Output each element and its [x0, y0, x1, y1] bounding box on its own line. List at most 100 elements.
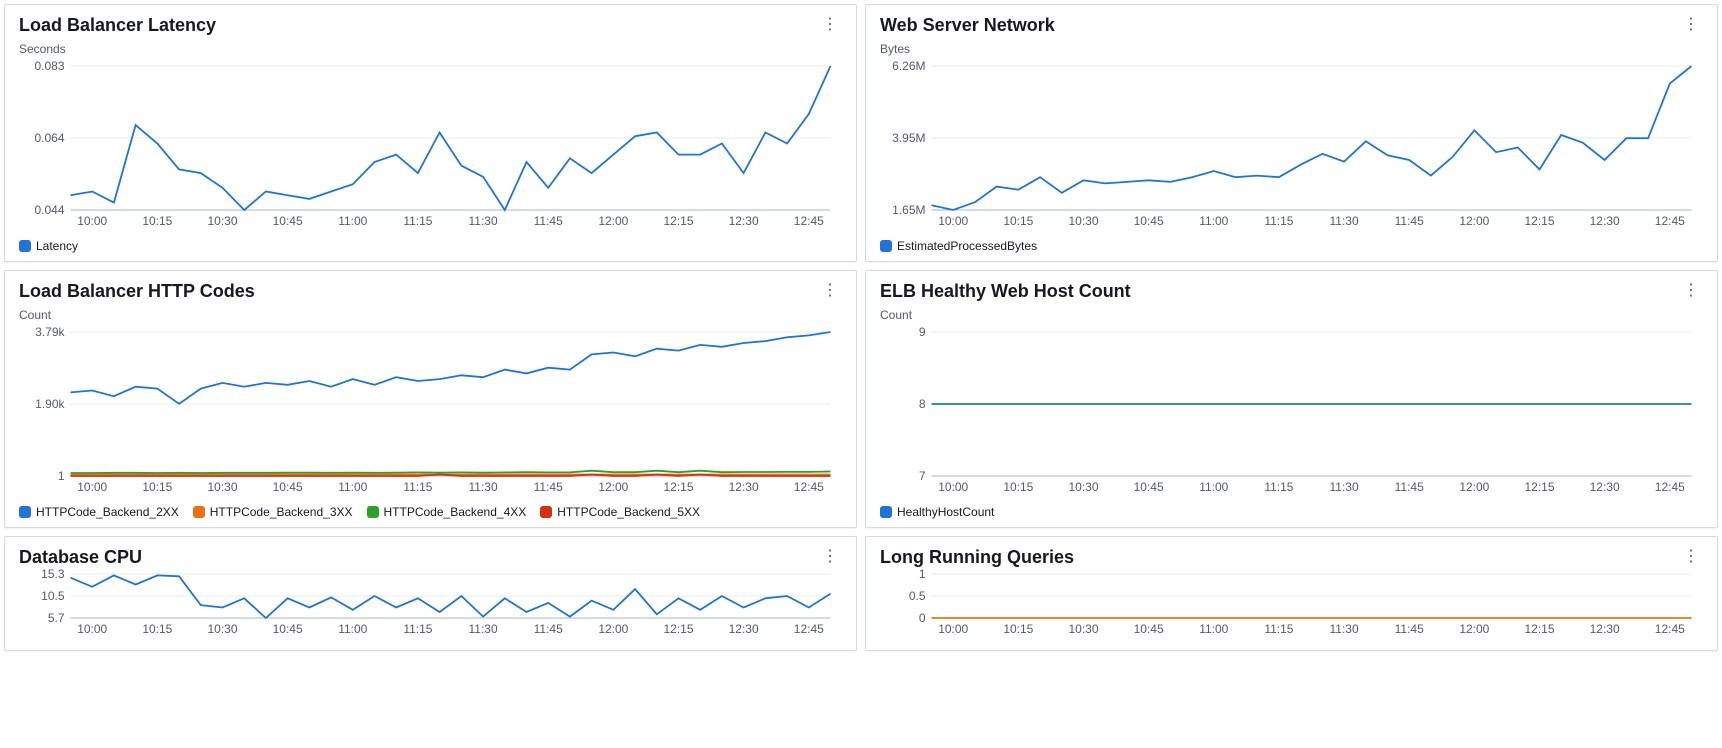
legend-item[interactable]: Latency [19, 239, 78, 253]
panel-unit-label: Bytes [880, 42, 1703, 56]
legend-label: EstimatedProcessedBytes [897, 239, 1037, 253]
svg-text:15.3: 15.3 [41, 568, 65, 581]
panel-dbcpu: Database CPU⋮5.710.515.310:0010:1510:301… [4, 536, 857, 651]
legend-label: HealthyHostCount [897, 505, 994, 519]
panel-healthy: ELB Healthy Web Host Count⋮Count78910:00… [865, 270, 1718, 528]
legend-item[interactable]: HTTPCode_Backend_3XX [193, 505, 353, 519]
panel-title: Load Balancer HTTP Codes [19, 281, 255, 302]
panel-unit-label: Seconds [19, 42, 842, 56]
legend-item[interactable]: HTTPCode_Backend_5XX [540, 505, 700, 519]
legend-item[interactable]: HTTPCode_Backend_4XX [367, 505, 527, 519]
chart-legend: HealthyHostCount [880, 505, 1703, 519]
svg-text:0.064: 0.064 [34, 131, 64, 145]
svg-text:12:00: 12:00 [1459, 214, 1489, 228]
svg-text:12:30: 12:30 [729, 480, 759, 494]
panel-title: ELB Healthy Web Host Count [880, 281, 1131, 302]
chart-legend: EstimatedProcessedBytes [880, 239, 1703, 253]
kebab-menu-icon[interactable]: ⋮ [1679, 281, 1703, 301]
svg-text:10:45: 10:45 [273, 622, 303, 636]
chart-area: 00.5110:0010:1510:3010:4511:0011:1511:30… [880, 568, 1703, 642]
svg-text:10:30: 10:30 [207, 480, 237, 494]
svg-text:12:45: 12:45 [1655, 622, 1685, 636]
legend-item[interactable]: EstimatedProcessedBytes [880, 239, 1037, 253]
svg-text:11:00: 11:00 [1199, 214, 1228, 228]
chart-area: 0.0440.0640.08310:0010:1510:3010:4511:00… [19, 60, 842, 235]
svg-text:12:00: 12:00 [1459, 622, 1489, 636]
svg-text:10:00: 10:00 [938, 214, 968, 228]
svg-text:10:30: 10:30 [1068, 622, 1098, 636]
panel-httpcodes: Load Balancer HTTP Codes⋮Count11.90k3.79… [4, 270, 857, 528]
legend-label: HTTPCode_Backend_2XX [36, 505, 179, 519]
kebab-menu-icon[interactable]: ⋮ [818, 281, 842, 301]
svg-text:11:15: 11:15 [403, 480, 432, 494]
svg-text:11:00: 11:00 [338, 622, 367, 636]
svg-text:11:30: 11:30 [1330, 214, 1359, 228]
legend-swatch-icon [193, 506, 205, 518]
svg-text:11:30: 11:30 [469, 622, 498, 636]
svg-text:1.65M: 1.65M [892, 203, 925, 217]
svg-text:11:30: 11:30 [1330, 480, 1359, 494]
svg-text:10:15: 10:15 [142, 214, 172, 228]
panel-header: Web Server Network ⋮ [880, 15, 1703, 36]
svg-text:11:15: 11:15 [403, 622, 432, 636]
legend-label: Latency [36, 239, 78, 253]
svg-text:0.083: 0.083 [34, 60, 64, 73]
legend-item[interactable]: HealthyHostCount [880, 505, 994, 519]
svg-text:1: 1 [58, 469, 65, 483]
svg-text:10:15: 10:15 [1003, 214, 1033, 228]
panel-unit-label: Count [19, 308, 842, 322]
panel-network: Web Server Network⋮Bytes1.65M3.95M6.26M1… [865, 4, 1718, 262]
svg-text:7: 7 [919, 469, 926, 483]
svg-text:10:30: 10:30 [1068, 480, 1098, 494]
chart-area: 1.65M3.95M6.26M10:0010:1510:3010:4511:00… [880, 60, 1703, 235]
svg-text:10:00: 10:00 [938, 622, 968, 636]
svg-text:12:45: 12:45 [1655, 214, 1685, 228]
svg-text:10:15: 10:15 [142, 622, 172, 636]
panel-title: Web Server Network [880, 15, 1055, 36]
svg-text:12:15: 12:15 [1524, 480, 1554, 494]
svg-text:12:15: 12:15 [663, 622, 693, 636]
legend-swatch-icon [540, 506, 552, 518]
panel-header: Load Balancer HTTP Codes ⋮ [19, 281, 842, 302]
panel-title: Long Running Queries [880, 547, 1074, 568]
svg-text:10:00: 10:00 [77, 480, 107, 494]
svg-text:11:00: 11:00 [338, 480, 367, 494]
svg-text:12:45: 12:45 [1655, 480, 1685, 494]
kebab-menu-icon[interactable]: ⋮ [818, 547, 842, 567]
chart-area: 11.90k3.79k10:0010:1510:3010:4511:0011:1… [19, 326, 842, 501]
svg-text:11:30: 11:30 [469, 214, 498, 228]
legend-label: HTTPCode_Backend_3XX [210, 505, 353, 519]
kebab-menu-icon[interactable]: ⋮ [1679, 547, 1703, 567]
legend-item[interactable]: HTTPCode_Backend_2XX [19, 505, 179, 519]
svg-text:10:45: 10:45 [1134, 622, 1164, 636]
legend-label: HTTPCode_Backend_5XX [557, 505, 700, 519]
svg-text:11:00: 11:00 [1199, 622, 1228, 636]
svg-text:12:00: 12:00 [598, 622, 628, 636]
chart-legend: HTTPCode_Backend_2XX HTTPCode_Backend_3XX… [19, 505, 842, 519]
svg-text:0.044: 0.044 [34, 203, 64, 217]
chart-legend: Latency [19, 239, 842, 253]
svg-text:10:00: 10:00 [938, 480, 968, 494]
panel-queries: Long Running Queries⋮00.5110:0010:1510:3… [865, 536, 1718, 651]
dashboard-grid: Load Balancer Latency⋮Seconds0.0440.0640… [4, 4, 1718, 651]
svg-text:10.5: 10.5 [41, 589, 65, 603]
svg-text:10:45: 10:45 [1134, 214, 1164, 228]
panel-header: Long Running Queries ⋮ [880, 547, 1703, 568]
panel-header: Database CPU⋮ [19, 547, 842, 568]
svg-text:11:45: 11:45 [534, 480, 563, 494]
legend-label: HTTPCode_Backend_4XX [384, 505, 527, 519]
svg-text:12:00: 12:00 [598, 214, 628, 228]
svg-text:12:30: 12:30 [1590, 214, 1620, 228]
svg-text:12:30: 12:30 [1590, 480, 1620, 494]
chart-area: 78910:0010:1510:3010:4511:0011:1511:3011… [880, 326, 1703, 501]
svg-text:10:15: 10:15 [1003, 480, 1033, 494]
kebab-menu-icon[interactable]: ⋮ [818, 15, 842, 35]
svg-text:12:15: 12:15 [1524, 622, 1554, 636]
svg-text:10:15: 10:15 [1003, 622, 1033, 636]
svg-text:11:00: 11:00 [338, 214, 367, 228]
kebab-menu-icon[interactable]: ⋮ [1679, 15, 1703, 35]
svg-text:10:00: 10:00 [77, 622, 107, 636]
svg-text:11:30: 11:30 [1330, 622, 1359, 636]
svg-text:0.5: 0.5 [909, 589, 926, 603]
svg-text:10:45: 10:45 [273, 480, 303, 494]
